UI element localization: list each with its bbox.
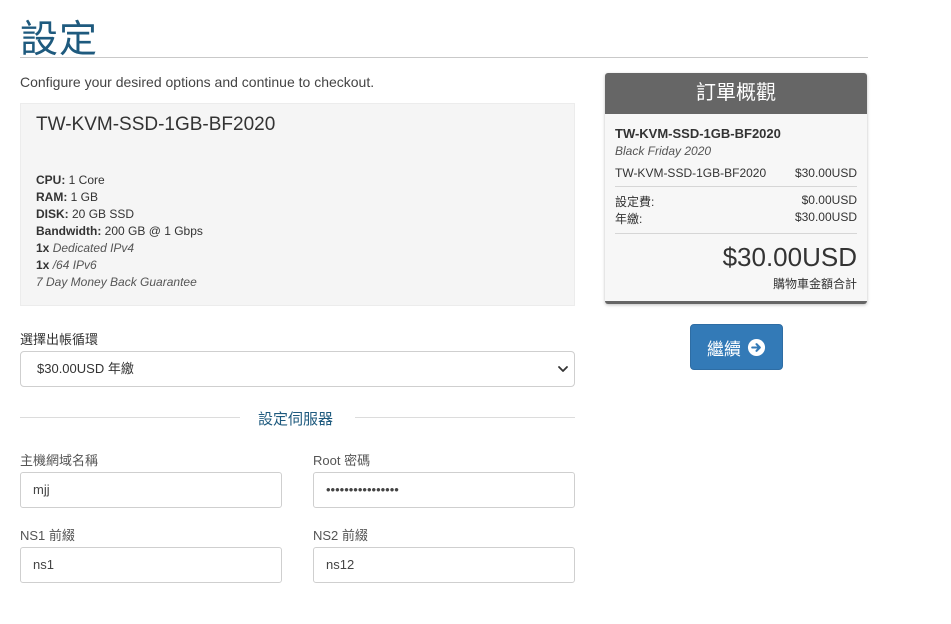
ns1-prefix-input[interactable]: ns1 — [20, 547, 282, 583]
billing-cycle-label: 選擇出帳循環 — [20, 332, 99, 347]
continue-label: 繼續 — [707, 339, 741, 359]
summary-setup-fee: 設定費: $0.00USD — [615, 193, 857, 209]
order-summary-body: TW-KVM-SSD-1GB-BF2020 Black Friday 2020 … — [605, 114, 867, 292]
server-config-heading: 設定伺服器 — [258, 411, 334, 428]
spec-row-ram: RAM: 1 GB — [36, 190, 99, 204]
page-title: 設定 — [20, 19, 99, 61]
ns2-prefix-input[interactable]: ns12 — [313, 547, 575, 583]
product-spec-list: CPU: 1 Core RAM: 1 GB DISK: 20 GB SSD Ba… — [36, 172, 203, 291]
spec-row-bandwidth: Bandwidth: 200 GB @ 1 Gbps — [36, 224, 203, 238]
spec-row-cpu: CPU: 1 Core — [36, 173, 105, 187]
ns2-label: NS2 前綴 — [313, 528, 368, 543]
summary-total-label: 購物車金額合計 — [772, 277, 857, 291]
product-info-panel: TW-KVM-SSD-1GB-BF2020 CPU: 1 Core RAM: 1… — [20, 103, 575, 306]
spec-row-guarantee: 7 Day Money Back Guarantee — [36, 275, 197, 289]
section-divider-right — [355, 417, 575, 418]
summary-separator — [615, 233, 857, 234]
spec-row-disk: DISK: 20 GB SSD — [36, 207, 135, 221]
arrow-circle-right-icon — [747, 338, 766, 356]
billing-cycle-select[interactable]: $30.00USD 年繳 — [20, 351, 575, 387]
hostname-input[interactable]: mjj — [20, 472, 282, 508]
hostname-label: 主機網域名稱 — [20, 453, 99, 468]
root-password-label: Root 密碼 — [313, 453, 371, 468]
order-summary-panel: 訂單概觀 TW-KVM-SSD-1GB-BF2020 Black Friday … — [605, 73, 867, 304]
intro-text: Configure your desired options and conti… — [20, 74, 375, 90]
billing-cycle-value: $30.00USD 年繳 — [37, 361, 134, 376]
section-divider-left — [20, 417, 240, 418]
spec-row-ipv4: 1x Dedicated IPv4 — [36, 241, 135, 255]
summary-separator — [615, 186, 857, 187]
summary-recurring: 年繳: $30.00USD — [615, 210, 857, 226]
summary-product-name: TW-KVM-SSD-1GB-BF2020 — [615, 126, 781, 141]
product-name: TW-KVM-SSD-1GB-BF2020 — [36, 114, 276, 135]
summary-product-group: Black Friday 2020 — [615, 144, 712, 158]
order-summary-title: 訂單概觀 — [605, 73, 867, 114]
title-divider — [20, 57, 868, 58]
summary-line-item: TW-KVM-SSD-1GB-BF2020 $30.00USD — [615, 166, 857, 180]
continue-button[interactable]: 繼續 — [690, 324, 783, 370]
chevron-down-icon — [558, 366, 568, 372]
ns1-label: NS1 前綴 — [20, 528, 75, 543]
summary-total-amount: $30.00USD — [722, 242, 857, 272]
spec-row-ipv6: 1x /64 IPv6 — [36, 258, 97, 272]
root-password-input[interactable]: •••••••••••••••• — [313, 472, 575, 508]
